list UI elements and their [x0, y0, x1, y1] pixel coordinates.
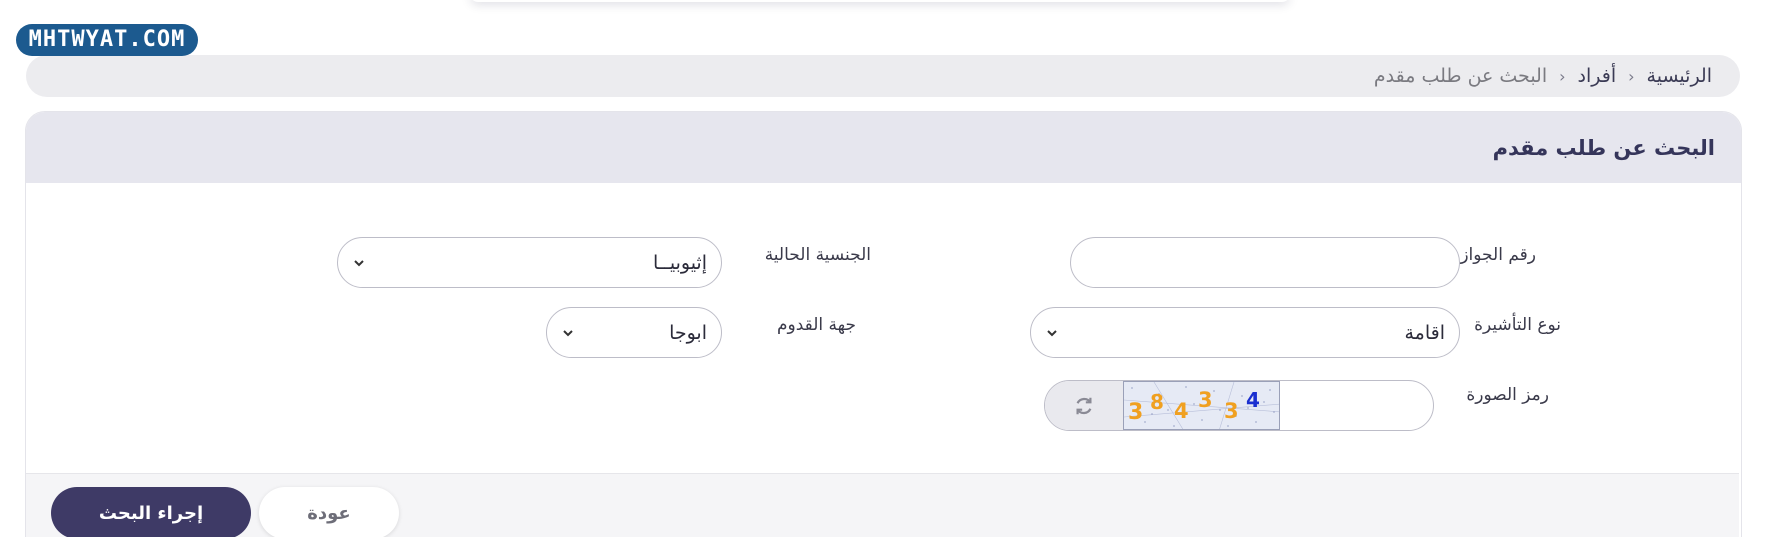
- captcha-refresh-button[interactable]: [1045, 381, 1123, 430]
- captcha-char-5: 3: [1224, 399, 1239, 423]
- card-title: البحث عن طلب مقدم: [1492, 135, 1715, 160]
- chevron-down-icon: [1047, 329, 1057, 336]
- breadcrumb-home[interactable]: الرئيسية: [1647, 65, 1712, 87]
- card-footer: إجراء البحث عودة: [26, 473, 1739, 537]
- chevron-down-icon: [563, 329, 573, 336]
- passport-label: رقم الجواز: [1460, 245, 1536, 265]
- visa-type-select[interactable]: اقامة: [1030, 307, 1460, 358]
- watermark-logo: MHTWYAT.COM: [16, 24, 198, 56]
- chevron-left-icon: ‹: [1628, 66, 1635, 86]
- captcha-char-1: 3: [1128, 400, 1144, 425]
- arrival-select-value: ابوجا: [669, 321, 707, 344]
- back-button[interactable]: عودة: [259, 487, 399, 537]
- breadcrumb-individuals[interactable]: أفراد: [1578, 65, 1617, 87]
- captcha-image: 3 8 4 3 3 4: [1123, 381, 1280, 430]
- captcha-char-4: 3: [1198, 388, 1213, 412]
- arrival-label: جهة القدوم: [776, 315, 856, 335]
- nationality-select-value: إثيوبيــا: [652, 251, 707, 274]
- visa-type-label: نوع التأشيرة: [1474, 315, 1561, 335]
- card-header: البحث عن طلب مقدم: [26, 112, 1741, 183]
- refresh-icon: [1076, 397, 1092, 414]
- nationality-label: الجنسية الحالية: [764, 245, 871, 265]
- visa-type-select-value: اقامة: [1404, 321, 1445, 344]
- captcha-char-6: 4: [1246, 388, 1260, 412]
- top-popup-edge: [470, 0, 1290, 2]
- captcha-field[interactable]: 3 8 4 3 3 4: [1044, 380, 1434, 431]
- captcha-char-3: 4: [1174, 399, 1189, 423]
- arrival-select[interactable]: ابوجا: [546, 307, 722, 358]
- passport-input[interactable]: [1070, 237, 1460, 288]
- chevron-left-icon: ‹: [1559, 66, 1566, 86]
- nationality-select[interactable]: إثيوبيــا: [337, 237, 722, 288]
- captcha-label: رمز الصورة: [1466, 385, 1549, 405]
- breadcrumb: الرئيسية ‹ أفراد ‹ البحث عن طلب مقدم: [26, 55, 1740, 97]
- breadcrumb-current: البحث عن طلب مقدم: [1373, 65, 1548, 87]
- captcha-char-2: 8: [1150, 390, 1164, 414]
- chevron-down-icon: [354, 259, 364, 266]
- search-button[interactable]: إجراء البحث: [51, 487, 251, 537]
